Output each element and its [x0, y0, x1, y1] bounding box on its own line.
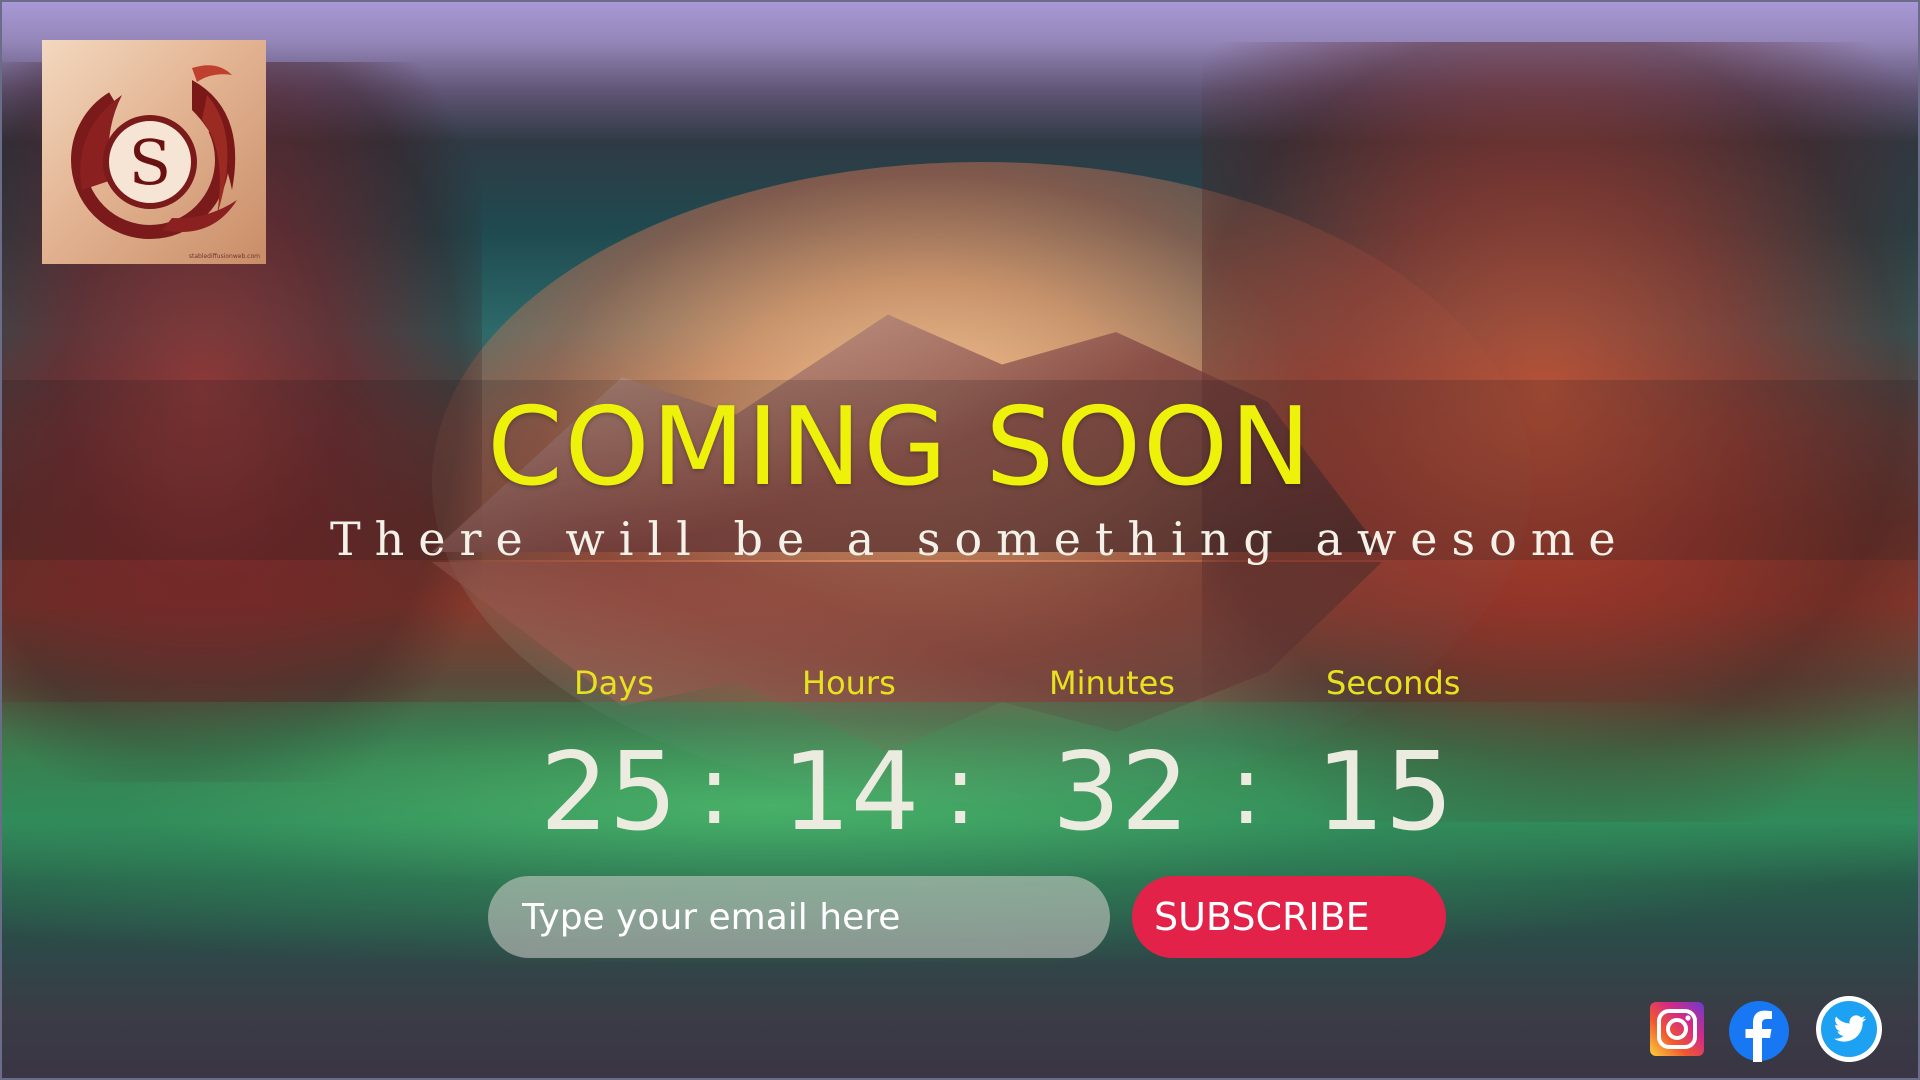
- logo-emblem-icon: S: [71, 65, 237, 239]
- logo[interactable]: S stablediffusionweb.com: [42, 40, 266, 264]
- subscribe-button[interactable]: SUBSCRIBE: [1132, 876, 1446, 958]
- countdown-separator: :: [698, 734, 731, 846]
- countdown-minutes: 32: [1052, 730, 1190, 855]
- logo-letter: S: [129, 126, 171, 199]
- logo-fineprint: stablediffusionweb.com: [188, 253, 260, 260]
- countdown-label-minutes: Minutes: [1049, 664, 1175, 702]
- countdown-hours: 14: [782, 730, 920, 855]
- countdown-label-days: Days: [574, 664, 654, 702]
- twitter-icon[interactable]: [1814, 994, 1884, 1062]
- tagline: There will be a something awesome: [330, 512, 1630, 566]
- email-input[interactable]: [488, 876, 1110, 958]
- page-title: COMING SOON: [487, 385, 1313, 510]
- countdown-label-seconds: Seconds: [1326, 664, 1461, 702]
- facebook-icon[interactable]: [1728, 1000, 1790, 1064]
- countdown-separator: :: [944, 734, 977, 846]
- countdown-seconds: 15: [1316, 730, 1454, 855]
- countdown-separator: :: [1230, 734, 1263, 846]
- instagram-icon[interactable]: [1648, 1000, 1706, 1064]
- countdown-days: 25: [540, 730, 678, 855]
- countdown-label-hours: Hours: [802, 664, 896, 702]
